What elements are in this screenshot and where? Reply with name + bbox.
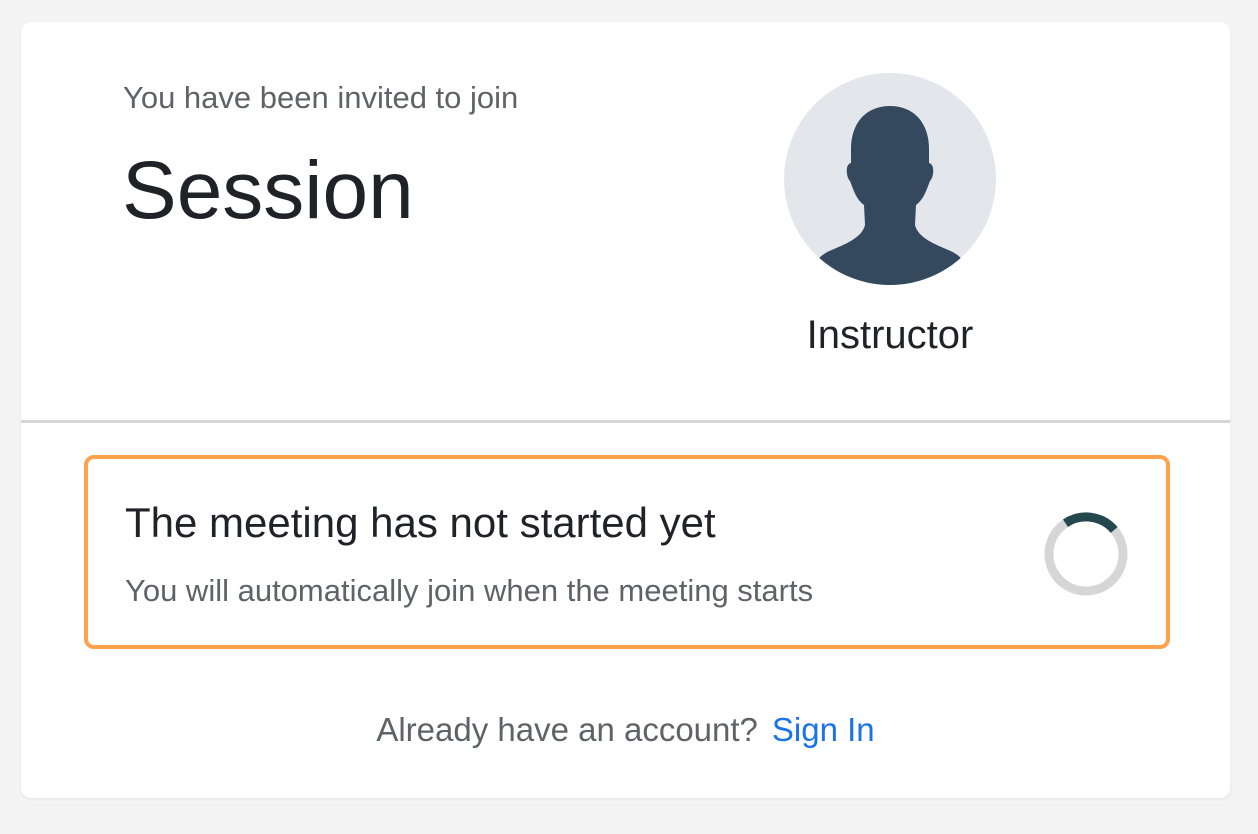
account-prompt: Already have an account? [376,711,758,748]
signin-row: Already have an account? Sign In [21,711,1230,749]
meeting-status-panel: The meeting has not started yet You will… [84,455,1170,649]
invitation-card: You have been invited to join Session In… [21,22,1230,798]
status-title: The meeting has not started yet [125,499,716,546]
host-role-label: Instructor [806,313,974,357]
status-subtitle: You will automatically join when the mee… [125,573,814,608]
loading-spinner-icon [1044,512,1128,596]
invite-intro-text: You have been invited to join [123,80,519,115]
session-title: Session [122,145,414,236]
sign-in-link[interactable]: Sign In [772,711,875,748]
person-silhouette-icon [817,106,963,285]
section-divider [21,420,1230,423]
host-avatar [784,73,996,285]
